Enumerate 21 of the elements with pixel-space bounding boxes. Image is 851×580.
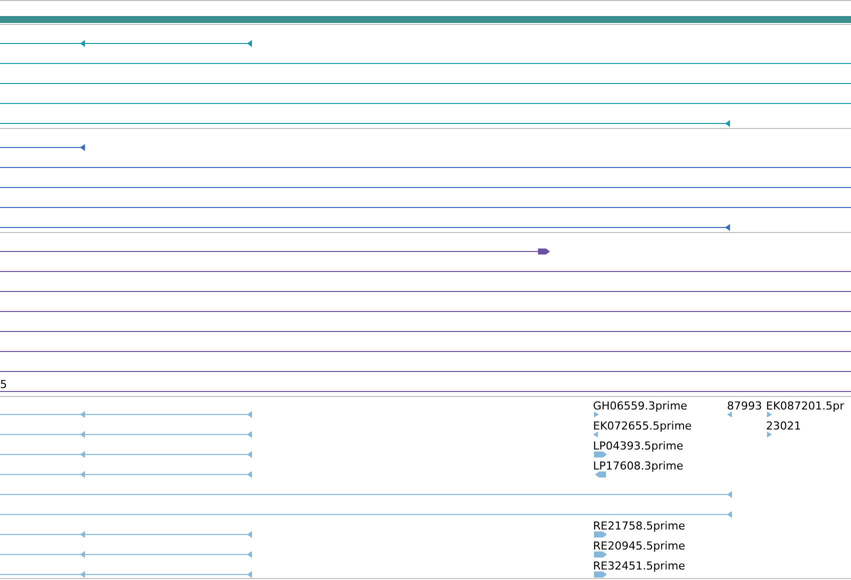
feature-label: 5 (0, 378, 7, 391)
feature-glyph (593, 432, 598, 438)
feature-label: 87993 (727, 400, 762, 412)
feature-label: EK087201.5pr (766, 400, 844, 412)
feature-label: EK072655.5prime (593, 420, 692, 432)
feature-glyph (767, 412, 772, 418)
feature-label: GH06559.3prime (593, 400, 688, 412)
feature-glyph (594, 412, 599, 418)
feature-label: LP17608.3prime (593, 460, 684, 472)
feature-label: RE20945.5prime (593, 540, 686, 552)
feature-glyph (767, 432, 772, 438)
feature-glyph (594, 572, 607, 578)
feature-glyph (595, 472, 606, 478)
feature-label: RE21758.5prime (593, 520, 686, 532)
feature-glyph (594, 552, 607, 558)
feature-label: RE32451.5prime (593, 560, 686, 572)
feature-label: LP04393.5prime (593, 440, 684, 452)
feature-glyph (594, 452, 607, 458)
feature-label: 23021 (766, 420, 801, 432)
feature-glyph (594, 532, 607, 538)
feature-glyph (727, 412, 732, 418)
